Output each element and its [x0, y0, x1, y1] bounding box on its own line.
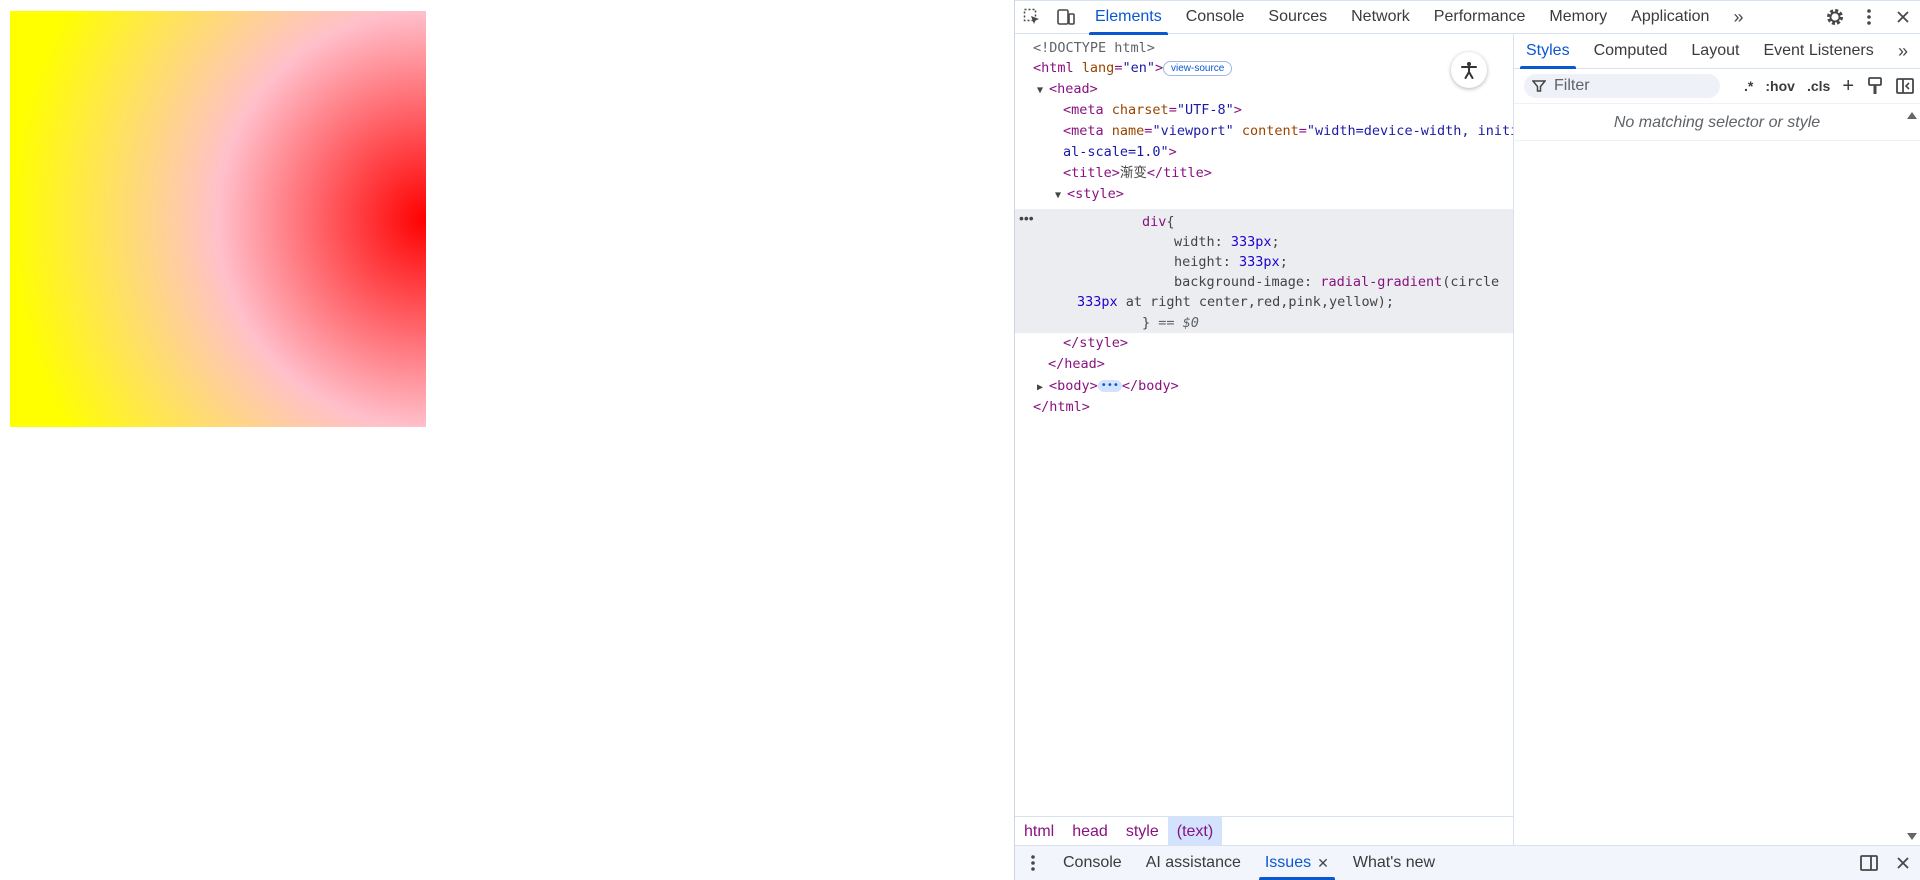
- selected-marker: == $0: [1158, 315, 1199, 331]
- tab-styles[interactable]: Styles: [1514, 34, 1582, 69]
- styles-pane: Styles Computed Layout Event Listeners »…: [1514, 34, 1920, 846]
- tab-performance[interactable]: Performance: [1422, 0, 1538, 34]
- gradient-div: [10, 11, 426, 427]
- no-matching-style-text: No matching selector or style: [1514, 104, 1920, 141]
- title-line[interactable]: <title>渐变</title>: [1063, 163, 1212, 183]
- breadcrumb-head[interactable]: head: [1063, 817, 1117, 846]
- drawer-menu-icon[interactable]: [1015, 846, 1051, 880]
- paint-brush-icon[interactable]: [1860, 69, 1890, 103]
- meta-charset-line[interactable]: <meta charset="UTF-8">: [1063, 100, 1242, 120]
- filter-funnel-icon: [1532, 80, 1546, 92]
- view-source-badge[interactable]: view-source: [1163, 61, 1233, 76]
- tab-sources[interactable]: Sources: [1256, 0, 1339, 34]
- elements-dom-tree: ••• <!DOCTYPE html> <html lang="en"> vie…: [1015, 34, 1514, 816]
- css-close-line: } == $0: [1142, 315, 1199, 331]
- page-viewport: [0, 0, 1014, 880]
- more-tabs-icon[interactable]: »: [1721, 0, 1755, 34]
- breadcrumb-html[interactable]: html: [1015, 817, 1063, 846]
- styles-filter-row: Filter .* :hov .cls +: [1514, 69, 1920, 104]
- tab-console[interactable]: Console: [1174, 0, 1257, 34]
- tab-memory[interactable]: Memory: [1537, 0, 1619, 34]
- drawer-tab-whats-new[interactable]: What's new: [1341, 846, 1447, 880]
- html-close-line[interactable]: </html>: [1033, 397, 1090, 417]
- close-tab-icon[interactable]: ✕: [1317, 855, 1329, 872]
- drawer-tab-issues[interactable]: Issues ✕: [1253, 846, 1341, 880]
- style-open-line[interactable]: ▼ <style>: [1055, 184, 1124, 206]
- tab-application[interactable]: Application: [1619, 0, 1721, 34]
- expand-triangle-icon[interactable]: ▼: [1055, 186, 1067, 206]
- tab-layout[interactable]: Layout: [1679, 34, 1751, 68]
- drawer-tab-ai-assistance[interactable]: AI assistance: [1134, 846, 1253, 880]
- tab-network[interactable]: Network: [1339, 0, 1422, 34]
- settings-gear-icon[interactable]: [1818, 0, 1852, 34]
- breadcrumb-style[interactable]: style: [1117, 817, 1168, 846]
- doctype-line: <!DOCTYPE html>: [1033, 40, 1155, 56]
- html-open-line[interactable]: <html lang="en">: [1033, 58, 1163, 78]
- expand-triangle-icon[interactable]: ▼: [1037, 81, 1049, 101]
- style-close-line[interactable]: </style>: [1063, 333, 1128, 353]
- inspect-element-icon[interactable]: [1015, 0, 1049, 34]
- toggle-sidebar-icon[interactable]: [1890, 69, 1920, 103]
- tab-computed[interactable]: Computed: [1582, 34, 1680, 68]
- device-toolbar-icon[interactable]: [1049, 0, 1083, 34]
- styles-filter-input[interactable]: Filter: [1524, 74, 1720, 98]
- close-drawer-icon[interactable]: [1886, 846, 1920, 880]
- scroll-up-icon[interactable]: [1906, 110, 1918, 120]
- css-width-line: width: 333px;: [1174, 234, 1280, 250]
- filter-placeholder: Filter: [1554, 77, 1590, 94]
- node-ellipsis-icon[interactable]: •••: [1019, 210, 1034, 226]
- css-background-line-wrap: 333px at right center,red,pink,yellow);: [1077, 294, 1394, 310]
- meta-viewport-line[interactable]: <meta name="viewport" content="width=dev…: [1063, 121, 1513, 141]
- close-devtools-icon[interactable]: [1886, 0, 1920, 34]
- hov-toggle[interactable]: :hov: [1759, 78, 1801, 94]
- body-line[interactable]: ▶ <body> ••• </body>: [1037, 376, 1179, 398]
- title-text: 渐变: [1119, 165, 1147, 181]
- more-options-icon[interactable]: [1852, 0, 1886, 34]
- collapsed-triangle-icon[interactable]: ▶: [1037, 378, 1049, 398]
- css-background-line: background-image: radial-gradient(circle: [1174, 274, 1500, 290]
- collapsed-children-pill[interactable]: •••: [1097, 380, 1122, 392]
- css-selector-line[interactable]: div{: [1142, 212, 1175, 232]
- tab-elements[interactable]: Elements: [1083, 0, 1174, 35]
- tab-event-listeners[interactable]: Event Listeners: [1751, 34, 1885, 68]
- regex-toggle[interactable]: .*: [1738, 78, 1759, 94]
- accessibility-tree-icon[interactable]: [1451, 52, 1487, 88]
- scroll-down-icon[interactable]: [1906, 832, 1918, 842]
- more-styles-tabs-icon[interactable]: »: [1886, 34, 1920, 68]
- devtools-toolbar: Elements Console Sources Network Perform…: [1015, 0, 1920, 35]
- devtools-panel: Elements Console Sources Network Perform…: [1014, 0, 1920, 880]
- dom-breadcrumb: html head style (text): [1015, 816, 1514, 846]
- styles-tabbar: Styles Computed Layout Event Listeners »: [1514, 34, 1920, 69]
- head-close-line[interactable]: </head>: [1048, 354, 1105, 374]
- meta-viewport-line-wrap: al-scale=1.0">: [1063, 144, 1177, 160]
- css-height-line: height: 333px;: [1174, 254, 1288, 270]
- devtools-drawer: Console AI assistance Issues ✕ What's new: [1015, 845, 1920, 880]
- dock-side-icon[interactable]: [1852, 846, 1886, 880]
- cls-toggle[interactable]: .cls: [1801, 78, 1836, 94]
- breadcrumb-text[interactable]: (text): [1167, 817, 1223, 846]
- drawer-tab-console[interactable]: Console: [1051, 846, 1134, 880]
- head-open-line[interactable]: ▼ <head>: [1037, 79, 1098, 101]
- new-style-rule-icon[interactable]: +: [1836, 75, 1860, 98]
- styles-scrollbar[interactable]: [1906, 110, 1918, 842]
